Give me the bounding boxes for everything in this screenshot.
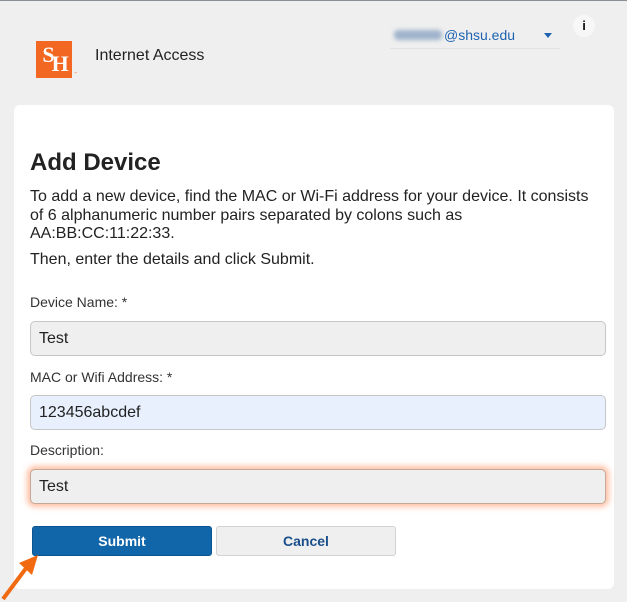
device-name-input[interactable] [30,321,606,356]
intro-text: To add a new device, find the MAC or Wi-… [30,188,589,242]
logo-letter-h: H [51,51,69,76]
logo-letter-s: S [42,42,54,67]
cancel-button[interactable]: Cancel [216,526,396,556]
submit-button[interactable]: Submit [32,526,212,556]
mac-address-label: MAC or Wifi Address: * [30,369,173,385]
device-name-label: Device Name: * [30,294,128,310]
arrow-shaft [1,565,29,601]
window-top-border [0,0,627,1]
blurred-username [394,30,442,40]
shsu-logo: SH [36,41,72,78]
info-icon[interactable]: i [573,15,595,37]
user-account-dropdown[interactable]: @shsu.edu [390,22,560,49]
annotation-arrow-icon [1,555,38,601]
user-email: @shsu.edu [444,27,516,43]
logo-trademark: ™ [74,71,77,75]
add-device-card: Add Device To add a new device, find the… [14,105,614,589]
description-input[interactable] [30,469,606,504]
app-title: Internet Access [95,47,205,64]
page-title: Add Device [30,149,161,176]
caret-down-icon [544,33,552,38]
description-label: Description: [30,442,104,458]
mac-address-input[interactable] [30,395,606,430]
instruction-text: Then, enter the details and click Submit… [30,251,315,268]
